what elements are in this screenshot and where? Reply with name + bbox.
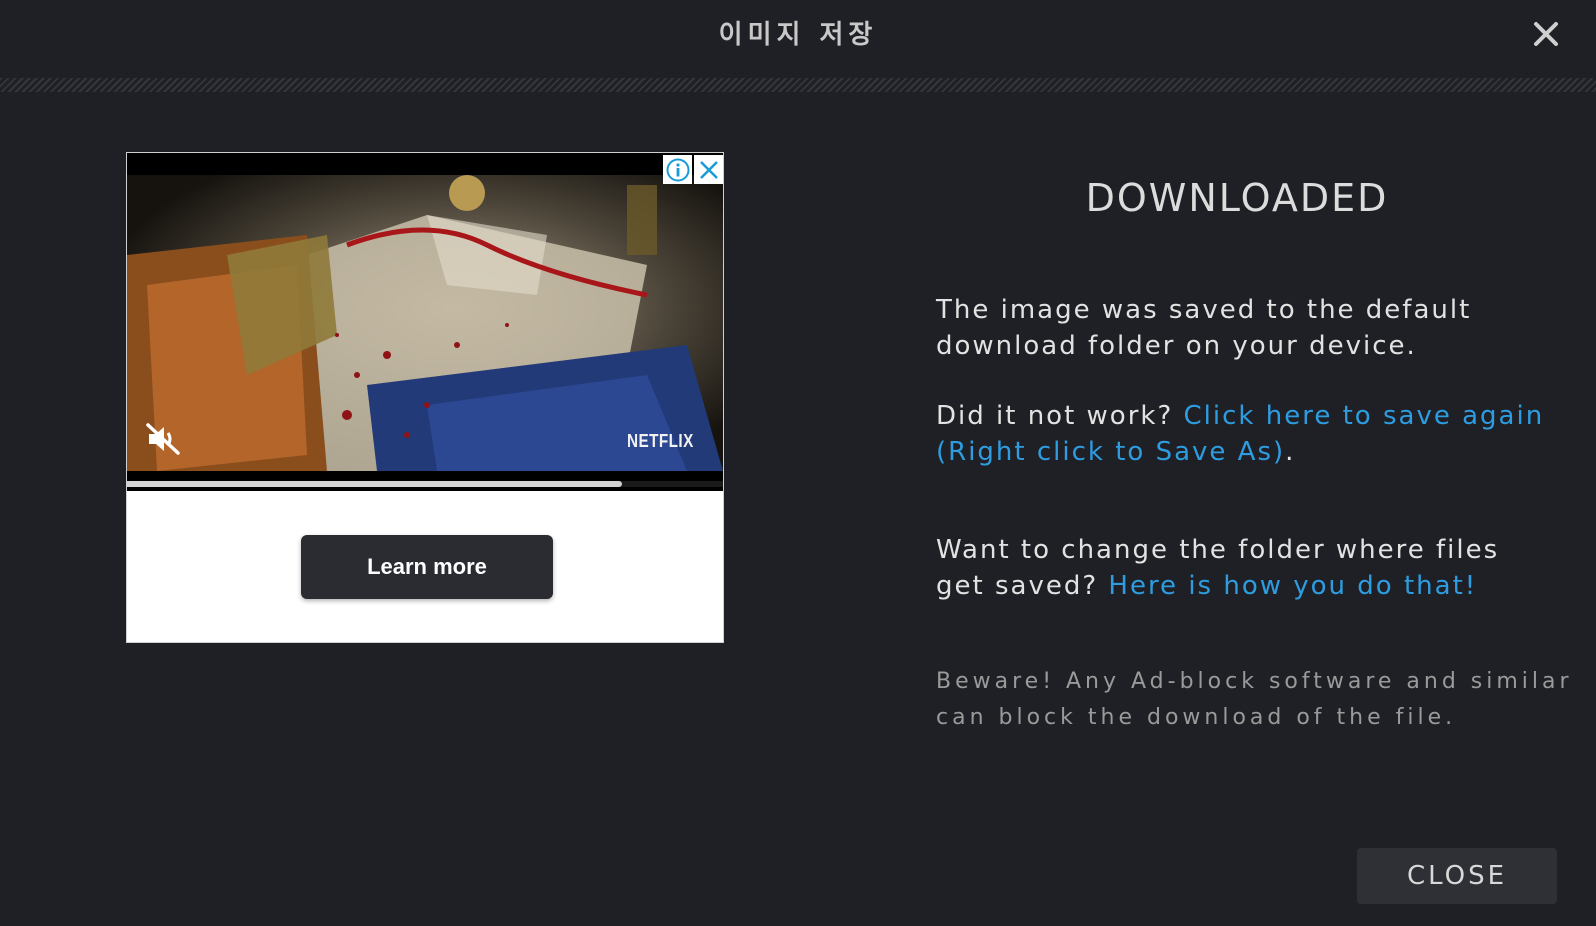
header-close-button[interactable] bbox=[1526, 14, 1566, 54]
saved-message: The image was saved to the default downl… bbox=[936, 295, 1472, 361]
retry-message: Did it not work? Click here to save agai… bbox=[936, 398, 1556, 470]
modal-title: 이미지 저장 bbox=[718, 20, 878, 50]
retry-prefix: Did it not work? bbox=[936, 401, 1184, 431]
modal-header: 이미지 저장 bbox=[0, 0, 1596, 78]
retry-suffix: . bbox=[1285, 437, 1296, 467]
ad-video-frame bbox=[127, 175, 723, 471]
ad-video[interactable]: NETFLIX bbox=[127, 153, 723, 491]
ad-info-button[interactable] bbox=[663, 155, 692, 184]
info-icon bbox=[666, 158, 689, 181]
close-button[interactable]: CLOSE bbox=[1357, 848, 1557, 904]
ad-progress-fill bbox=[127, 481, 622, 487]
ad-progress-track bbox=[127, 481, 723, 487]
adblock-warning: Beware! Any Ad-block software and simila… bbox=[936, 669, 1573, 730]
change-folder-link[interactable]: Here is how you do that! bbox=[1108, 571, 1477, 601]
ad-brand-label: NETFLIX bbox=[627, 431, 694, 451]
folder-message: Want to change the folder where files ge… bbox=[936, 532, 1556, 604]
ad-banner[interactable]: NETFLIX Learn more bbox=[126, 152, 724, 643]
download-status-title: DOWNLOADED bbox=[1085, 176, 1389, 220]
header-divider bbox=[0, 78, 1596, 92]
muted-speaker-icon[interactable] bbox=[145, 421, 181, 457]
close-icon bbox=[699, 160, 718, 179]
close-icon bbox=[1534, 22, 1558, 46]
learn-more-button[interactable]: Learn more bbox=[301, 535, 553, 599]
ad-close-button[interactable] bbox=[694, 155, 723, 184]
